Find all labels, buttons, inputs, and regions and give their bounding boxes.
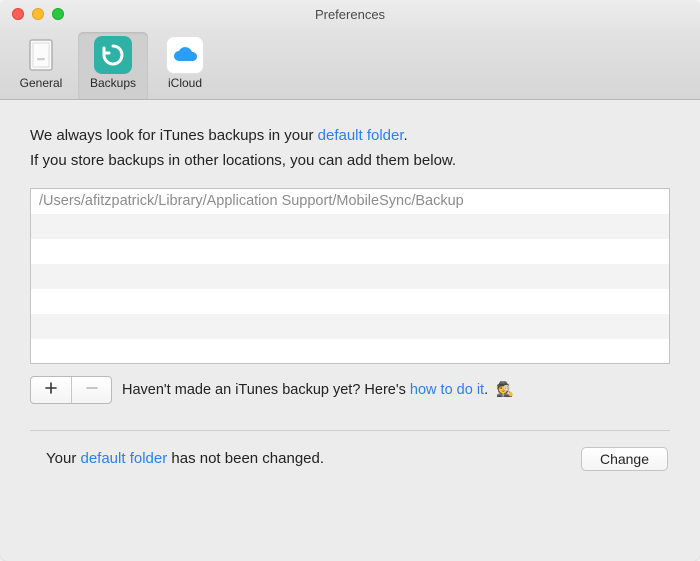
footer-default-folder-link[interactable]: default folder bbox=[80, 450, 167, 467]
tab-label: Backups bbox=[90, 76, 136, 90]
hint-text: Haven't made an iTunes backup yet? Here'… bbox=[122, 381, 670, 398]
intro-text: We always look for iTunes backups in you… bbox=[30, 124, 670, 174]
backups-icon bbox=[94, 36, 132, 74]
default-folder-link[interactable]: default folder bbox=[318, 127, 404, 144]
hint-post: . bbox=[484, 382, 492, 398]
titlebar: Preferences bbox=[0, 0, 700, 28]
zoom-button[interactable] bbox=[52, 8, 64, 20]
list-item bbox=[31, 314, 669, 339]
preferences-window: Preferences General Backups bbox=[0, 0, 700, 561]
intro-line2: If you store backups in other locations,… bbox=[30, 152, 456, 169]
list-item bbox=[31, 339, 669, 364]
footer: Your default folder has not been changed… bbox=[30, 447, 670, 471]
minus-icon bbox=[86, 381, 98, 399]
list-item bbox=[31, 239, 669, 264]
plus-icon bbox=[45, 381, 57, 399]
tab-general[interactable]: General bbox=[6, 32, 76, 99]
content: We always look for iTunes backups in you… bbox=[0, 100, 700, 491]
footer-text: Your default folder has not been changed… bbox=[46, 450, 581, 467]
list-item[interactable]: /Users/afitzpatrick/Library/Application … bbox=[31, 189, 669, 214]
divider bbox=[30, 430, 670, 431]
intro-line1-pre: We always look for iTunes backups in you… bbox=[30, 127, 318, 144]
tab-label: iCloud bbox=[168, 76, 202, 90]
traffic-lights bbox=[0, 8, 64, 20]
toolbar: General Backups iCloud bbox=[0, 28, 700, 100]
intro-line1-post: . bbox=[404, 127, 408, 144]
add-button[interactable] bbox=[31, 377, 71, 403]
remove-button bbox=[71, 377, 111, 403]
backup-paths-list[interactable]: /Users/afitzpatrick/Library/Application … bbox=[30, 188, 670, 364]
list-controls-row: Haven't made an iTunes backup yet? Here'… bbox=[30, 376, 670, 404]
footer-post: has not been changed. bbox=[167, 450, 324, 467]
list-item bbox=[31, 289, 669, 314]
detective-icon: 🕵️ bbox=[496, 382, 514, 398]
hint-pre: Haven't made an iTunes backup yet? Here'… bbox=[122, 382, 410, 398]
tab-icloud[interactable]: iCloud bbox=[150, 32, 220, 99]
minimize-button[interactable] bbox=[32, 8, 44, 20]
add-remove-buttons bbox=[30, 376, 112, 404]
how-to-link[interactable]: how to do it bbox=[410, 382, 484, 398]
close-button[interactable] bbox=[12, 8, 24, 20]
icloud-icon bbox=[166, 36, 204, 74]
list-item bbox=[31, 214, 669, 239]
tab-backups[interactable]: Backups bbox=[78, 32, 148, 99]
window-title: Preferences bbox=[0, 7, 700, 22]
tab-label: General bbox=[20, 76, 63, 90]
change-button[interactable]: Change bbox=[581, 447, 668, 471]
footer-pre: Your bbox=[46, 450, 80, 467]
general-icon bbox=[22, 36, 60, 74]
list-item bbox=[31, 264, 669, 289]
